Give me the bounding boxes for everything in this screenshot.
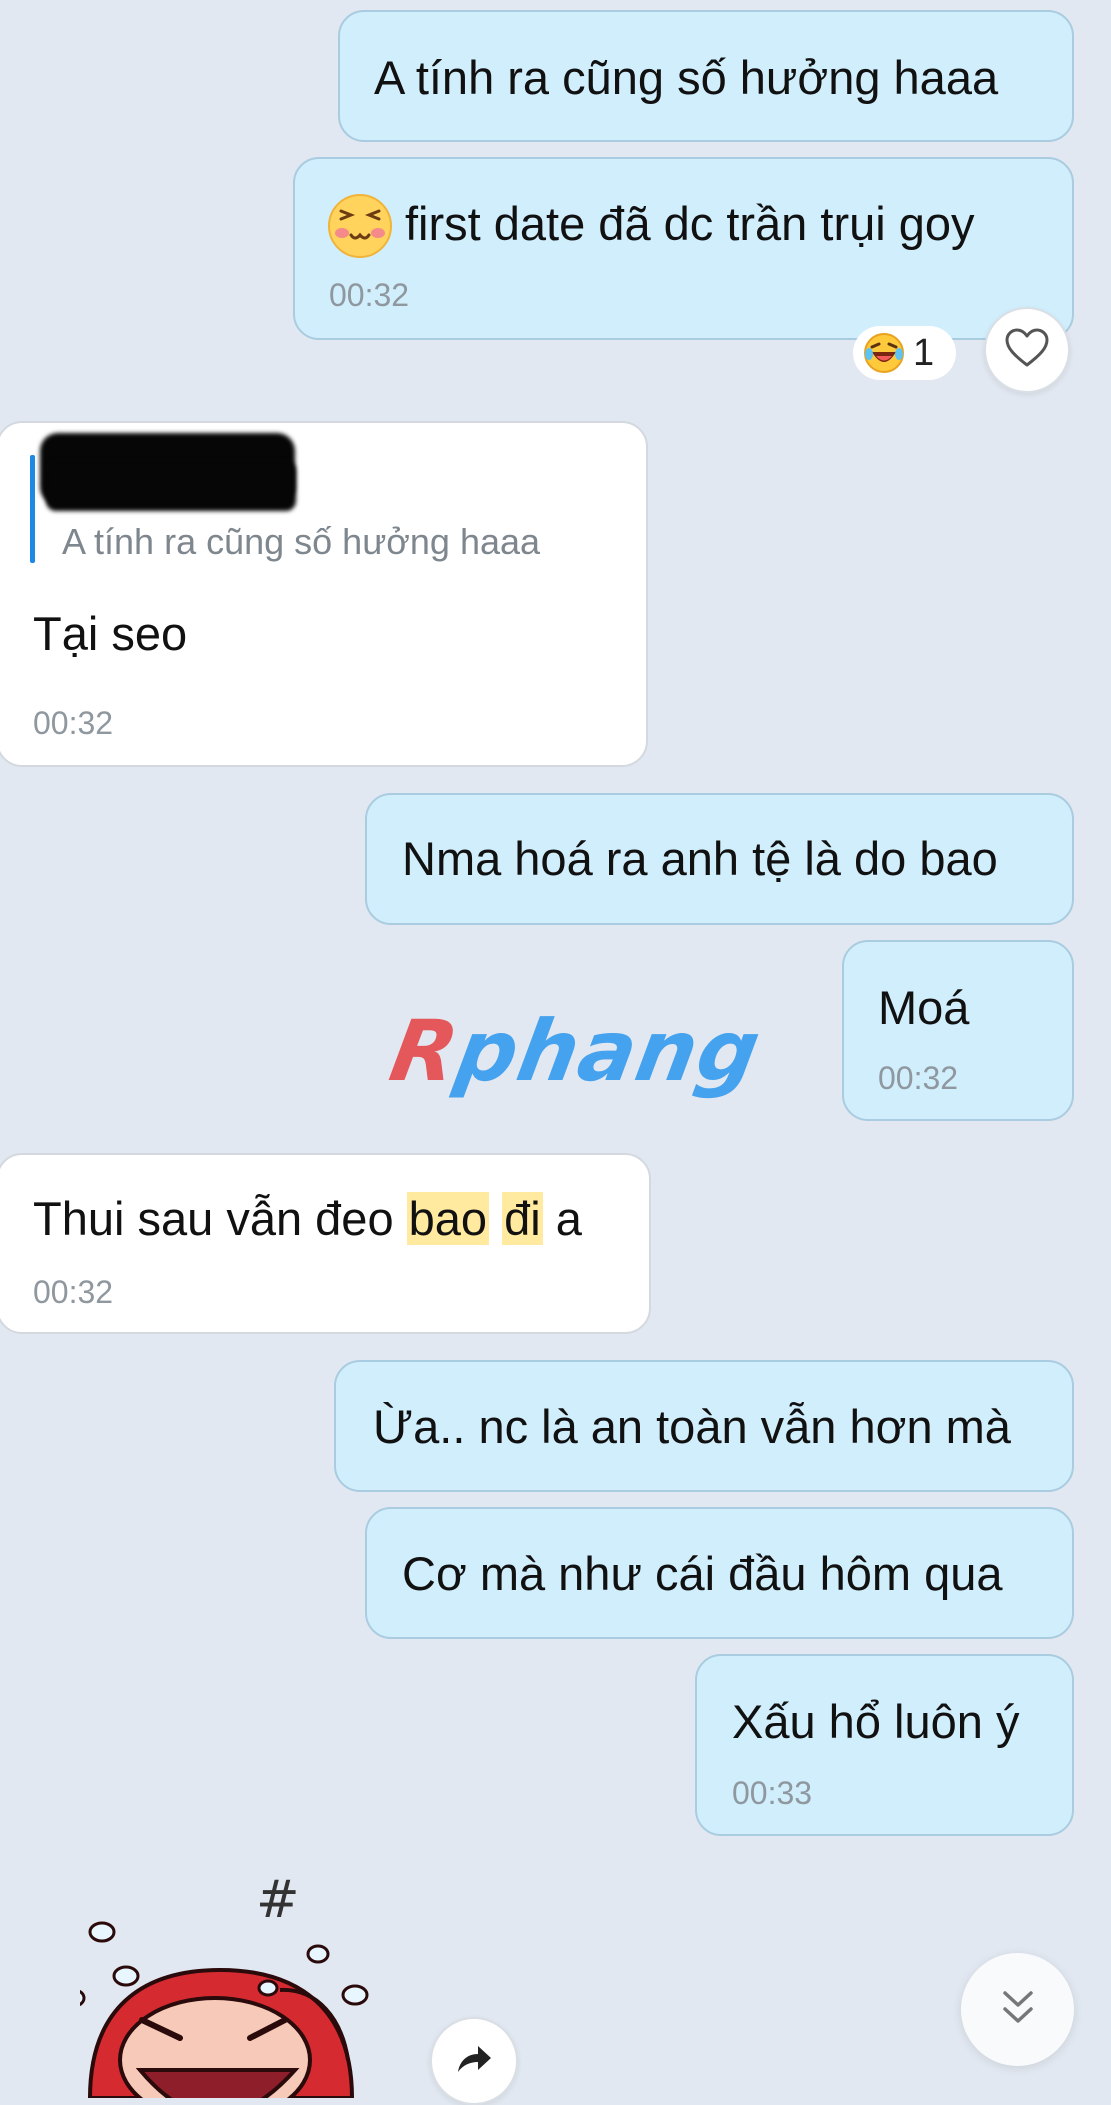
message-text: Xấu hổ luôn ý: [732, 1695, 1020, 1748]
search-highlight: đi: [502, 1192, 543, 1245]
reaction-count: 1: [913, 331, 935, 374]
watermark-logo: Rphang: [383, 1002, 768, 1100]
message-text: Thui sau vẫn đeo bao đi a: [33, 1192, 582, 1245]
redacted-sender-name: [46, 461, 296, 511]
quoted-message-text: A tính ra cũng số hưởng haaa: [62, 521, 541, 562]
heart-icon: [1004, 327, 1050, 374]
message-bubble-received[interactable]: A tính ra cũng số hưởng haaa Tại seo 00:…: [0, 421, 648, 767]
message-bubble-received[interactable]: Thui sau vẫn đeo bao đi a 00:32: [0, 1153, 651, 1334]
message-text: A tính ra cũng số hưởng haaa: [374, 51, 999, 104]
message-time: 00:33: [732, 1775, 813, 1811]
search-highlight: bao: [406, 1192, 490, 1245]
blushing-face-emoji-icon: [327, 193, 393, 259]
forward-button[interactable]: [430, 2017, 518, 2105]
message-text: Ừa.. nc là an toàn vẫn hơn mà: [373, 1400, 1011, 1453]
message-bubble-sent[interactable]: first date đã dc trần trụi goy 00:32: [293, 157, 1074, 340]
message-text: first date đã dc trần trụi goy: [405, 197, 975, 250]
message-text: Moá: [878, 981, 970, 1034]
message-time: 00:32: [329, 277, 410, 313]
share-arrow-icon: [454, 2042, 494, 2081]
message-bubble-sent[interactable]: Cơ mà như cái đầu hôm qua: [365, 1507, 1074, 1639]
message-text: Cơ mà như cái đầu hôm qua: [402, 1547, 1003, 1600]
crying-character-sticker[interactable]: #: [80, 1870, 380, 2098]
message-time: 00:32: [33, 1274, 114, 1310]
message-time: 00:32: [33, 705, 114, 741]
react-heart-button[interactable]: [984, 307, 1070, 393]
message-bubble-sent[interactable]: Xấu hổ luôn ý 00:33: [695, 1654, 1074, 1836]
quote-bar: [30, 455, 35, 563]
message-time: 00:32: [878, 1060, 959, 1096]
message-bubble-sent[interactable]: Moá 00:32: [842, 940, 1074, 1121]
message-text: Tại seo: [33, 607, 188, 660]
message-bubble-sent[interactable]: Ừa.. nc là an toàn vẫn hơn mà: [334, 1360, 1074, 1492]
laughing-face-icon: [863, 332, 905, 374]
double-chevron-down-icon: [999, 1987, 1037, 2032]
message-text: Nma hoá ra anh tệ là do bao: [402, 832, 998, 885]
message-bubble-sent[interactable]: A tính ra cũng số hưởng haaa: [338, 10, 1074, 142]
scroll-to-bottom-button[interactable]: [961, 1953, 1074, 2066]
reaction-count-badge[interactable]: 1: [853, 326, 956, 380]
message-bubble-sent[interactable]: Nma hoá ra anh tệ là do bao: [365, 793, 1074, 925]
